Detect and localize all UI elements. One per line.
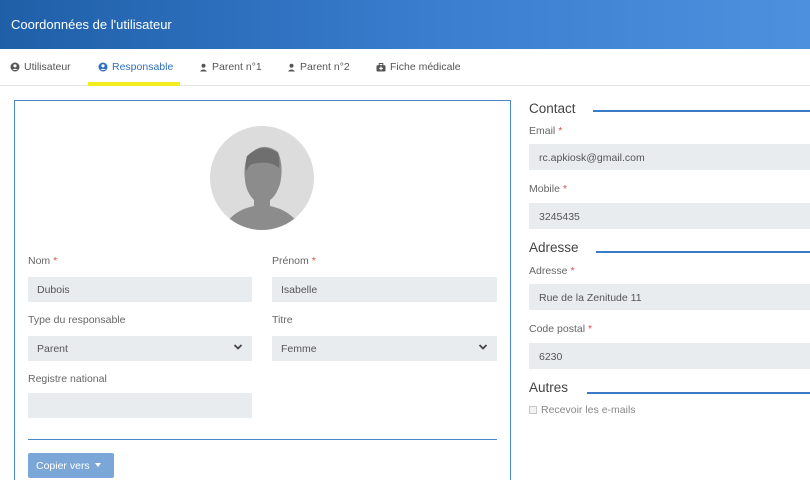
email-input[interactable]: rc.apkiosk@gmail.com [529, 144, 810, 170]
tab-utilisateur[interactable]: Utilisateur [10, 61, 71, 73]
active-tab-indicator [88, 82, 180, 86]
tab-label: Responsable [112, 61, 174, 73]
adresse-label: Adresse * [529, 265, 575, 277]
code-postal-label: Code postal * [529, 323, 593, 335]
titre-select[interactable]: Femme [272, 336, 497, 361]
user-circle-icon [10, 62, 20, 72]
caret-down-icon [94, 463, 101, 467]
mobile-label: Mobile * [529, 183, 567, 195]
prenom-input[interactable]: Isabelle [272, 277, 497, 302]
page-title: Coordonnées de l'utilisateur [11, 17, 172, 32]
registre-national-input[interactable] [28, 393, 252, 418]
tab-parent-1[interactable]: Parent n°1 [199, 61, 262, 73]
adresse-input[interactable]: Rue de la Zenitude 11 [529, 284, 810, 310]
tab-parent-2[interactable]: Parent n°2 [287, 61, 350, 73]
chevron-down-icon [233, 344, 243, 350]
tab-responsable[interactable]: Responsable [98, 61, 173, 73]
recevoir-emails-label: Recevoir les e-mails [541, 404, 636, 416]
tab-label: Utilisateur [24, 61, 71, 73]
type-responsable-label: Type du responsable [28, 314, 126, 326]
mobile-input[interactable]: 3245435 [529, 203, 810, 229]
medkit-icon [376, 62, 386, 71]
adresse-section-line [596, 251, 810, 253]
code-postal-input[interactable]: 6230 [529, 343, 810, 369]
titre-label: Titre [272, 314, 293, 326]
tab-label: Fiche médicale [390, 61, 461, 73]
contact-section-title: Contact [529, 101, 576, 116]
autres-section-line [587, 392, 810, 394]
contact-section-line [593, 110, 810, 112]
registre-national-label: Registre national [28, 373, 107, 385]
nom-input[interactable]: Dubois [28, 277, 252, 302]
form-divider [28, 439, 497, 440]
recevoir-emails-checkbox[interactable] [529, 406, 537, 414]
avatar-silhouette-icon [224, 146, 300, 230]
tab-bar: Utilisateur Responsable Parent n°1 Paren… [0, 49, 810, 86]
tab-label: Parent n°1 [212, 61, 262, 73]
chevron-down-icon [478, 344, 488, 350]
email-label: Email * [529, 125, 563, 137]
person-icon [287, 63, 296, 72]
page-header: Coordonnées de l'utilisateur [0, 0, 810, 49]
adresse-section-title: Adresse [529, 240, 579, 255]
copy-to-button[interactable]: Copier vers [28, 453, 114, 478]
type-responsable-select[interactable]: Parent [28, 336, 252, 361]
tab-label: Parent n°2 [300, 61, 350, 73]
nom-label: Nom * [28, 255, 58, 267]
avatar[interactable] [210, 126, 314, 230]
autres-section-title: Autres [529, 380, 569, 395]
prenom-label: Prénom * [272, 255, 316, 267]
user-circle-icon [98, 62, 108, 72]
tab-fiche-medicale[interactable]: Fiche médicale [376, 61, 461, 73]
person-icon [199, 63, 208, 72]
